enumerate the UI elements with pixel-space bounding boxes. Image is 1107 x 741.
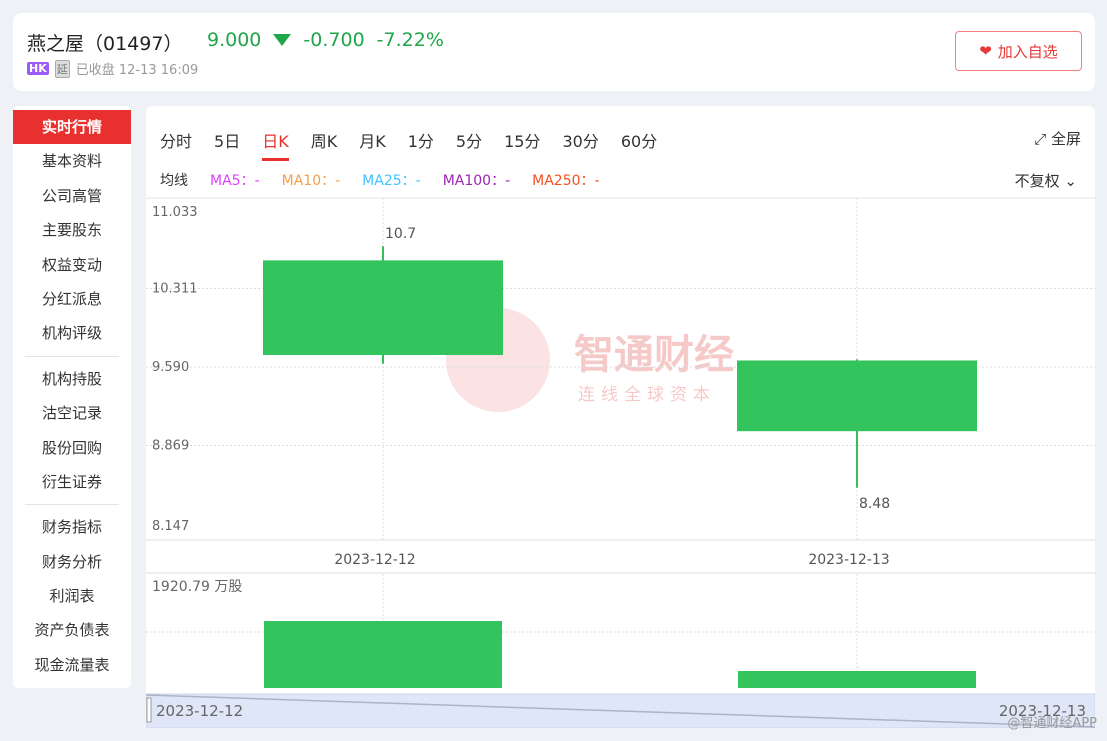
sidebar-item[interactable]: 实时行情 [13,110,131,145]
high-label: 10.7 [385,226,416,242]
fullscreen-button[interactable]: ⤢ 全屏 [1034,128,1081,149]
tab-period[interactable]: 30分 [562,128,598,161]
ma-label: 均线 [160,173,188,189]
ma-item: MA10：- [281,173,341,189]
credit-watermark: @智通财经APP [1007,716,1097,731]
tab-period[interactable]: 5日 [214,128,240,161]
market-badge: HK [27,62,49,75]
candle-body [263,260,503,356]
x-tick-label: 2023-12-12 [334,552,415,568]
y-tick-label: 10.311 [152,282,198,297]
sidebar-item[interactable]: 利润表 [13,579,131,613]
sidebar-item[interactable]: 现金流量表 [13,648,131,682]
sidebar-item[interactable]: 公司高管 [13,179,131,213]
tab-period[interactable]: 日K [262,128,289,161]
volume-unit-label: 1920.79 万股 [152,579,242,595]
tab-period[interactable]: 15分 [504,128,540,161]
sidebar-item[interactable]: 基本资料 [13,144,131,178]
period-tabs: 分时 5日 日K 周K 月K 1分 5分 15分 30分 60分 [160,128,679,161]
tab-period[interactable]: 60分 [621,128,657,161]
range-handle-left [146,697,152,723]
sidebar-divider [25,504,119,506]
tab-period[interactable]: 1分 [408,128,434,161]
sidebar-item[interactable]: 股份回购 [13,431,131,465]
last-price: 9.000 [207,29,262,51]
ma-legend: 均线 MA5：- MA10：- MA25：- MA100：- MA250：- [160,170,600,190]
adjust-label: 不复权 [1014,172,1060,190]
stock-header: 燕之屋（01497） 9.000 -0.700 -7.22% HK 延 已收盘 … [13,13,1095,91]
range-start-label: 2023-12-12 [156,702,243,720]
chart-panel: 智通财经连线全球资本 11.033 10.311 9.590 8.869 8.147 202… [146,106,1095,728]
chevron-down-icon: ⌄ [1064,172,1077,190]
sidebar-divider [25,355,119,357]
candle-body [737,360,977,432]
sidebar-item[interactable]: 机构评级 [13,316,131,350]
tab-period[interactable]: 周K [311,128,338,161]
y-tick-label: 11.033 [152,205,198,220]
price-change: -0.700 [303,29,365,51]
y-tick-label: 8.147 [152,519,189,534]
add-watchlist-label: 加入自选 [997,42,1058,61]
sidebar-item[interactable]: 沽空记录 [13,396,131,430]
ma-item: MA100：- [442,173,511,189]
delay-badge: 延 [54,59,70,78]
price-block: 9.000 -0.700 -7.22% [207,29,444,51]
y-tick-label: 8.869 [152,439,189,454]
sidebar-item[interactable]: 主要股东 [13,213,131,247]
sidebar-item[interactable]: 衍生证券 [13,465,131,499]
sidebar: 实时行情 基本资料 公司高管 主要股东 权益变动 分红派息 机构评级机构持股 沽空记录 股份回购… [13,106,131,688]
tab-period[interactable]: 5分 [456,128,482,161]
y-tick-label: 9.590 [152,360,189,375]
sidebar-item[interactable]: 机构持股 [13,362,131,396]
sidebar-item[interactable]: 分红派息 [13,282,131,316]
adjust-select[interactable]: 不复权 ⌄ [1015,170,1077,191]
ma-item: MA5：- [210,173,260,189]
sidebar-item[interactable]: 财务指标 [13,510,131,544]
add-watchlist-button[interactable]: ❤ 加入自选 [955,31,1082,71]
sidebar-item[interactable]: 资产负债表 [13,613,131,647]
low-label: 8.48 [859,496,890,512]
watermark-slogan: 连线全球资本 [578,385,716,405]
heart-icon: ❤ [979,42,992,60]
down-arrow-icon [273,34,292,46]
stock-name: 燕之屋（01497） [27,33,183,55]
volume-bar [264,621,502,688]
sidebar-item[interactable]: 权益变动 [13,248,131,282]
fullscreen-label: 全屏 [1050,130,1081,148]
sidebar-item[interactable]: 财务分析 [13,545,131,579]
tab-period[interactable]: 月K [359,128,386,161]
price-change-pct: -7.22% [376,29,444,51]
market-status: 已收盘 12-13 16:09 [75,63,199,78]
ma-item: MA250：- [532,173,600,189]
volume-bar [738,671,976,688]
ma-item: MA25：- [362,173,421,189]
kline-chart[interactable]: 智通财经连线全球资本 11.033 10.311 9.590 8.869 8.147 202… [146,106,1095,728]
x-tick-label: 2023-12-13 [808,552,889,568]
watermark-title: 智通财经 [574,332,734,378]
tab-period[interactable]: 分时 [160,128,192,161]
